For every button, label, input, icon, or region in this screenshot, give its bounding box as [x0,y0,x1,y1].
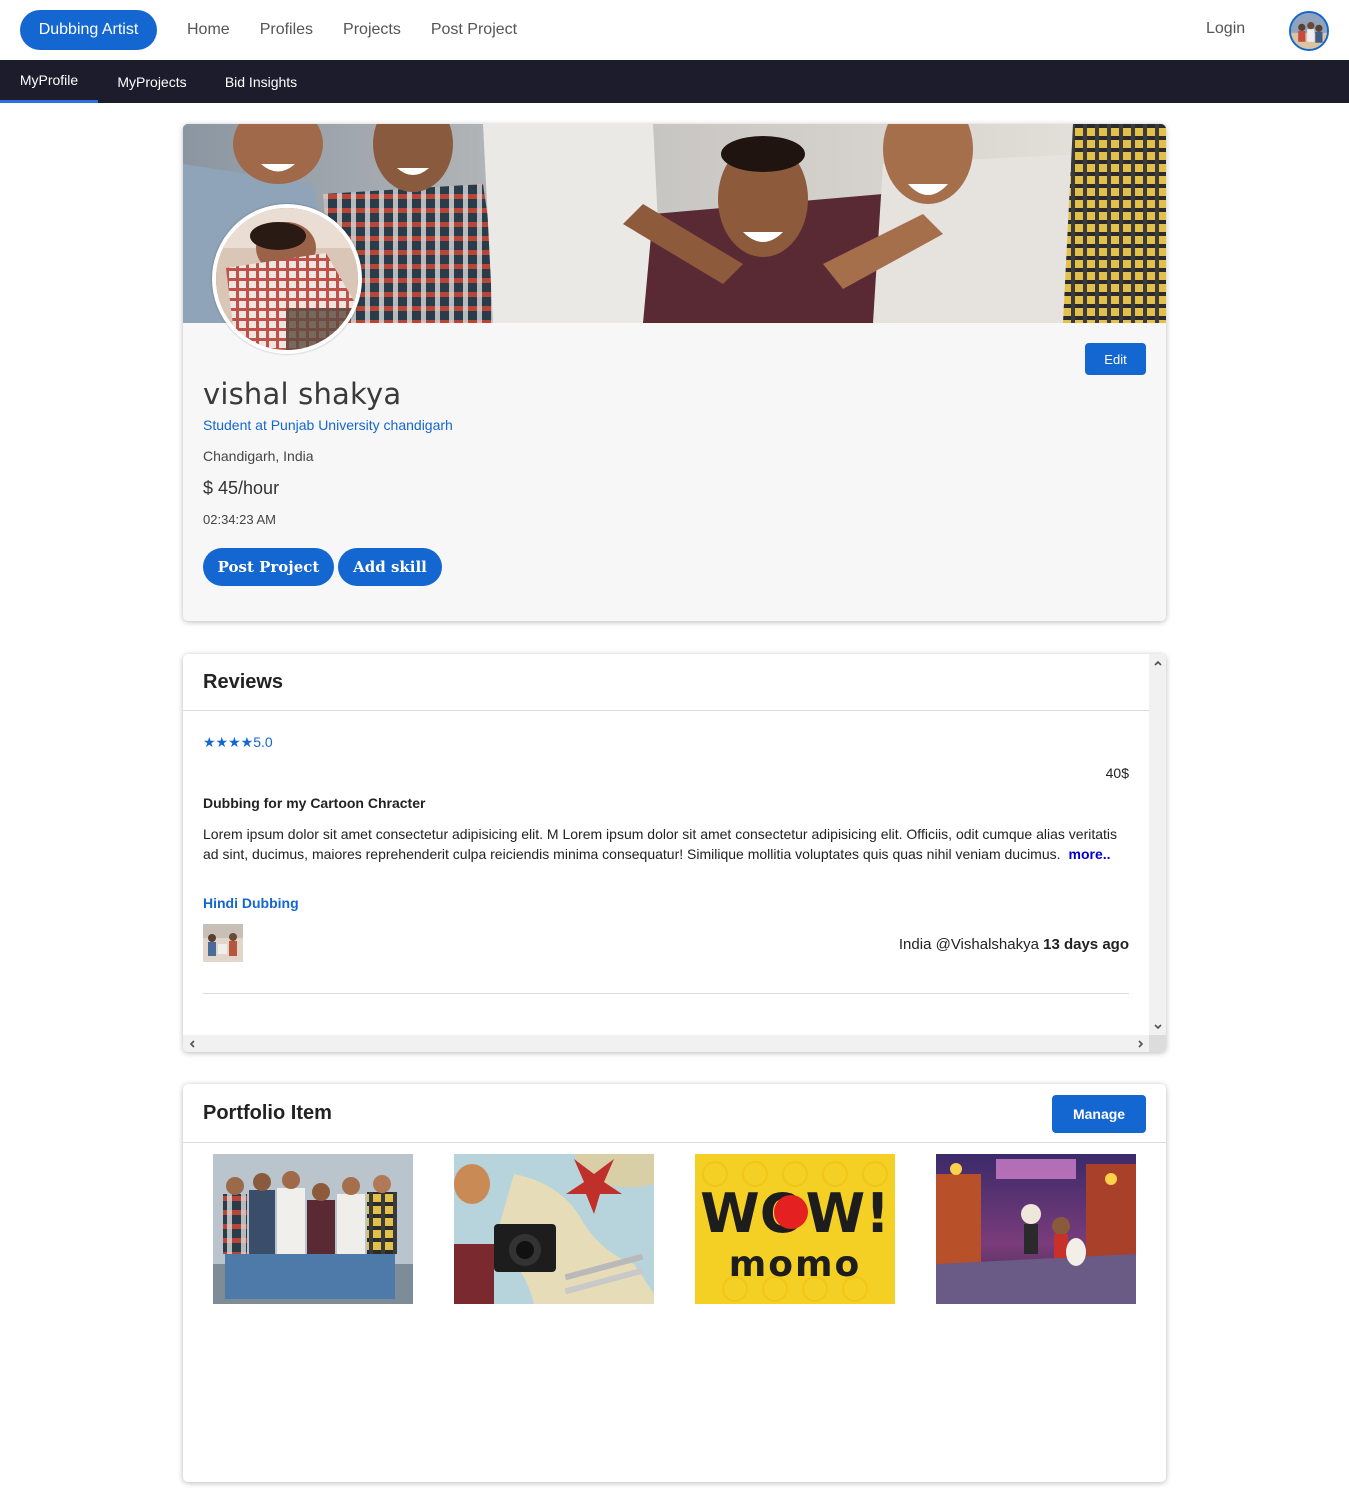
review-project-title: Dubbing for my Cartoon Chracter [203,795,426,811]
login-link[interactable]: Login [1206,20,1245,38]
review-country: India [898,936,932,953]
profile-name: vishal shakya [203,377,402,411]
profile-subnav: MyProfile MyProjects Bid Insights [0,60,1349,103]
post-project-button[interactable]: Post Project [203,548,334,586]
review-time-ago: 13 days ago [1043,936,1129,953]
review-more-link[interactable]: more.. [1069,846,1111,862]
avatar-image [1291,13,1327,49]
scroll-up-icon[interactable] [1149,654,1166,671]
hourly-rate: $ 45/hour [203,478,280,498]
tab-myprojects[interactable]: MyProjects [98,60,206,103]
reviews-header: Reviews [183,654,1149,711]
portfolio-item-animation[interactable] [936,1154,1136,1304]
user-avatar[interactable] [1289,11,1329,51]
top-navbar: Dubbing Artist Home Profiles Projects Po… [0,0,1349,60]
portfolio-item-wow-momo[interactable]: WOW! momo [695,1154,895,1304]
profile-photo [216,208,358,350]
reviewer-avatar[interactable] [203,924,243,962]
profile-card: Edit vishal shakya Student at Punjab Uni… [183,124,1166,621]
portfolio-item-travel[interactable] [454,1154,654,1304]
local-time: 02:34:23 AM [203,512,276,527]
edit-profile-button[interactable]: Edit [1085,343,1146,375]
scroll-left-icon[interactable] [183,1035,200,1052]
nav-home-link[interactable]: Home [172,21,245,39]
tab-myprofile[interactable]: MyProfile [0,60,98,103]
review-price: 40$ [1105,765,1129,781]
scrollbar-corner [1149,1035,1166,1052]
portfolio-item-friends[interactable] [213,1154,413,1304]
review-text: Lorem ipsum dolor sit amet consectetur a… [203,824,1133,864]
profile-avatar[interactable] [212,204,362,354]
review-skill-tag[interactable]: Hindi Dubbing [203,895,299,911]
vertical-scrollbar[interactable] [1149,654,1166,1035]
reviewer-handle[interactable]: @Vishalshakya [936,936,1039,953]
scroll-right-icon[interactable] [1132,1035,1149,1052]
profile-location: Chandigarh, India [203,448,314,464]
tab-bid-insights[interactable]: Bid Insights [206,60,316,103]
profile-headline: Student at Punjab University chandigarh [203,417,453,433]
main-nav: Home Profiles Projects Post Project [172,0,532,60]
nav-profiles-link[interactable]: Profiles [245,21,328,39]
add-skill-button[interactable]: Add skill [338,548,442,586]
reviews-card: Reviews ★★★★5.0 40$ Dubbing for my Carto… [183,654,1166,1052]
review-rating: ★★★★5.0 [203,734,273,750]
review-divider [203,993,1129,994]
manage-portfolio-button[interactable]: Manage [1052,1095,1146,1133]
logo-momo-text: momo [729,1244,862,1285]
brand-button[interactable]: Dubbing Artist [20,10,157,50]
portfolio-title: Portfolio Item [203,1102,332,1124]
review-meta: India @Vishalshakya 13 days ago [899,936,1129,953]
portfolio-header: Portfolio Item Manage [183,1084,1166,1143]
review-body: Lorem ipsum dolor sit amet consectetur a… [203,826,1118,862]
scroll-down-icon[interactable] [1149,1018,1166,1035]
nav-post-project-link[interactable]: Post Project [416,21,532,39]
nav-projects-link[interactable]: Projects [328,21,416,39]
reviews-title: Reviews [203,671,284,693]
horizontal-scrollbar[interactable] [183,1035,1149,1052]
portfolio-card: Portfolio Item Manage momo [183,1084,1166,1482]
